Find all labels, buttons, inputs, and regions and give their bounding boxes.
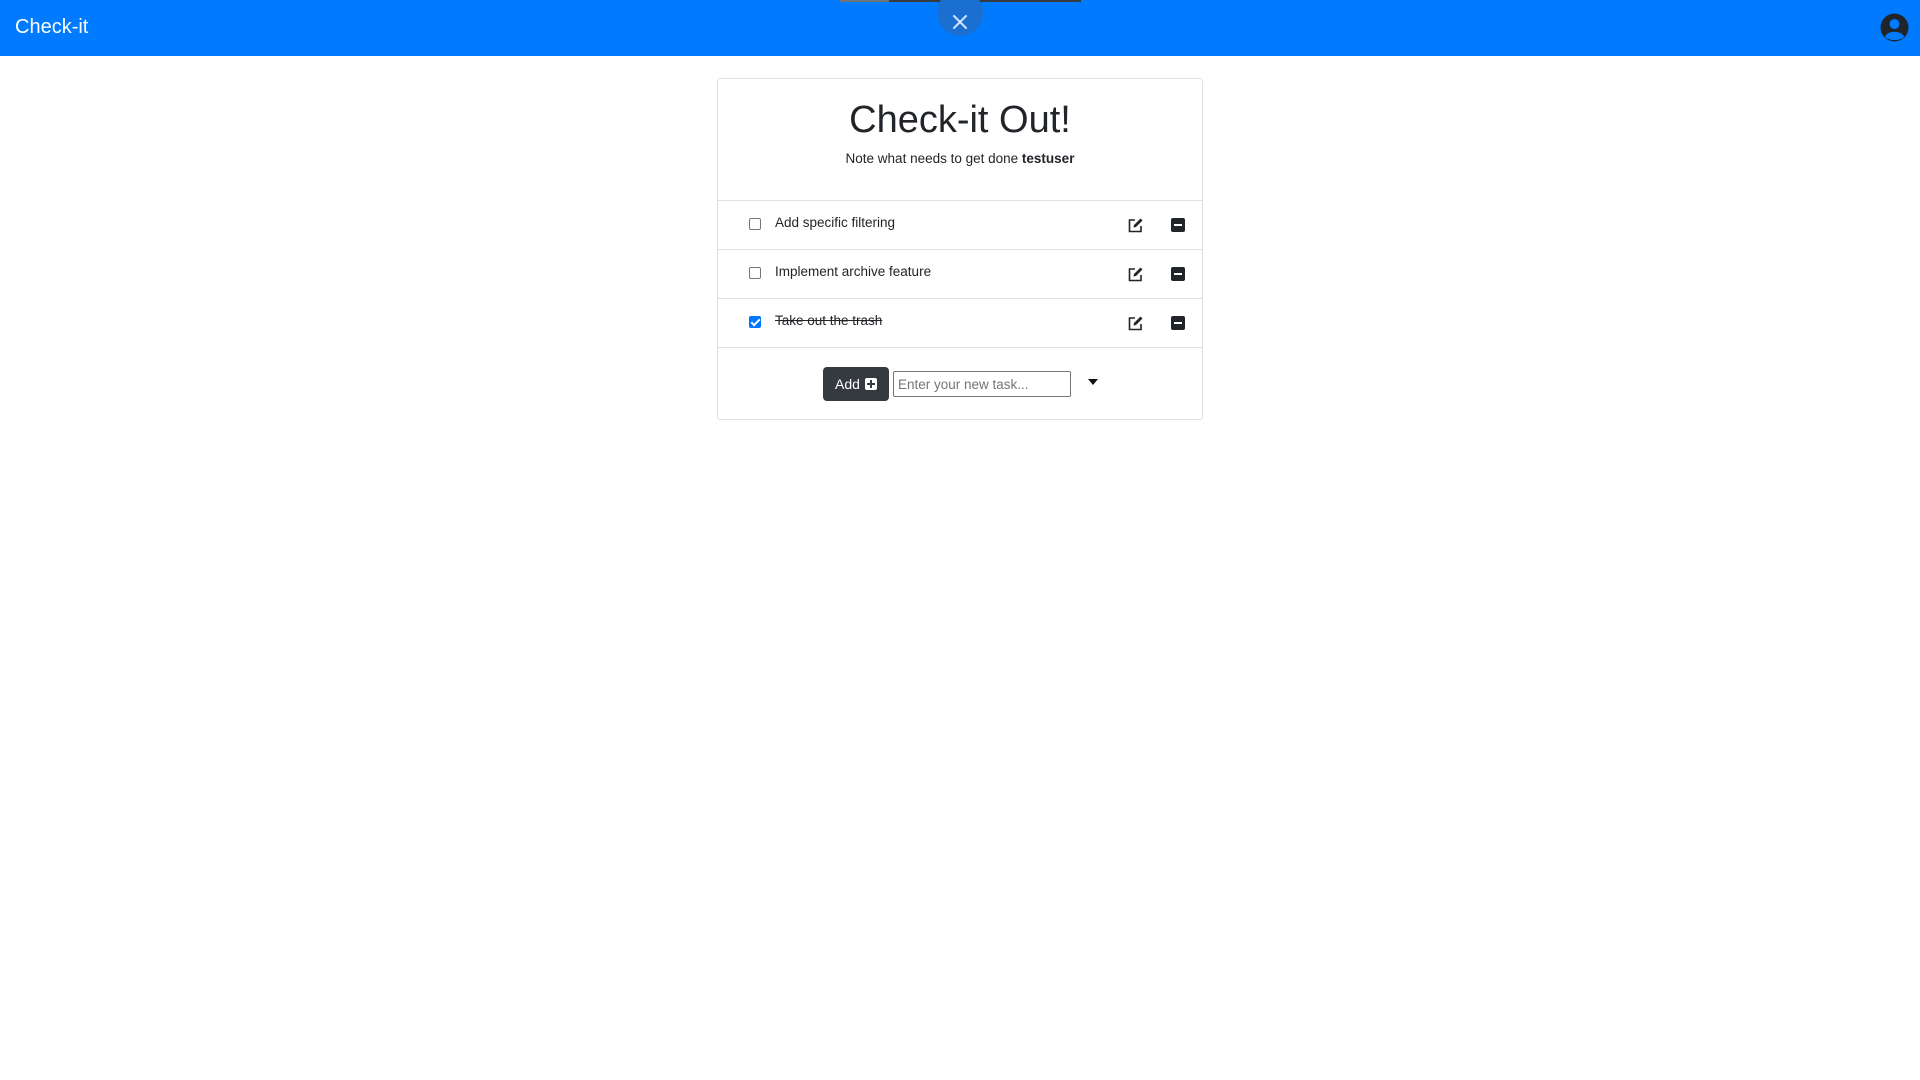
- task-text: Take out the trash: [775, 313, 883, 328]
- task-text: Implement archive feature: [775, 264, 932, 279]
- task-text: Add specific filtering: [775, 215, 896, 230]
- task-checkbox[interactable]: [749, 316, 761, 328]
- edit-icon[interactable]: [1127, 266, 1144, 283]
- task-list: Add specific filtering Implement archive…: [718, 200, 1202, 348]
- navbar: Check-it: [0, 0, 1920, 56]
- close-icon: [953, 15, 967, 29]
- add-task-form: Add: [718, 367, 1202, 415]
- todo-card: Check-it Out! Note what needs to get don…: [717, 78, 1203, 420]
- username: testuser: [1021, 151, 1075, 166]
- close-button[interactable]: [937, 0, 983, 36]
- edit-icon[interactable]: [1127, 217, 1144, 234]
- page-title: Check-it Out!: [849, 99, 1071, 141]
- task-checkbox[interactable]: [749, 218, 761, 230]
- user-circle-icon[interactable]: [1880, 13, 1909, 42]
- subtitle-text: Note what needs to get done: [845, 151, 1022, 166]
- task-row: Add specific filtering: [718, 200, 1202, 249]
- task-checkbox[interactable]: [749, 267, 761, 279]
- card-subtitle: Note what needs to get done testuser: [718, 151, 1202, 166]
- task-row: Take out the trash: [718, 298, 1202, 348]
- add-button[interactable]: Add: [823, 367, 889, 401]
- new-task-input[interactable]: [893, 371, 1071, 397]
- add-button-label: Add: [835, 376, 860, 392]
- edit-icon[interactable]: [1127, 315, 1144, 332]
- brand-link[interactable]: Check-it: [15, 16, 88, 39]
- caret-down-icon[interactable]: [1088, 379, 1098, 385]
- minus-square-icon[interactable]: [1171, 267, 1185, 281]
- minus-square-icon[interactable]: [1171, 218, 1185, 232]
- minus-square-icon[interactable]: [1171, 316, 1185, 330]
- plus-square-icon: [864, 378, 877, 390]
- task-row: Implement archive feature: [718, 249, 1202, 298]
